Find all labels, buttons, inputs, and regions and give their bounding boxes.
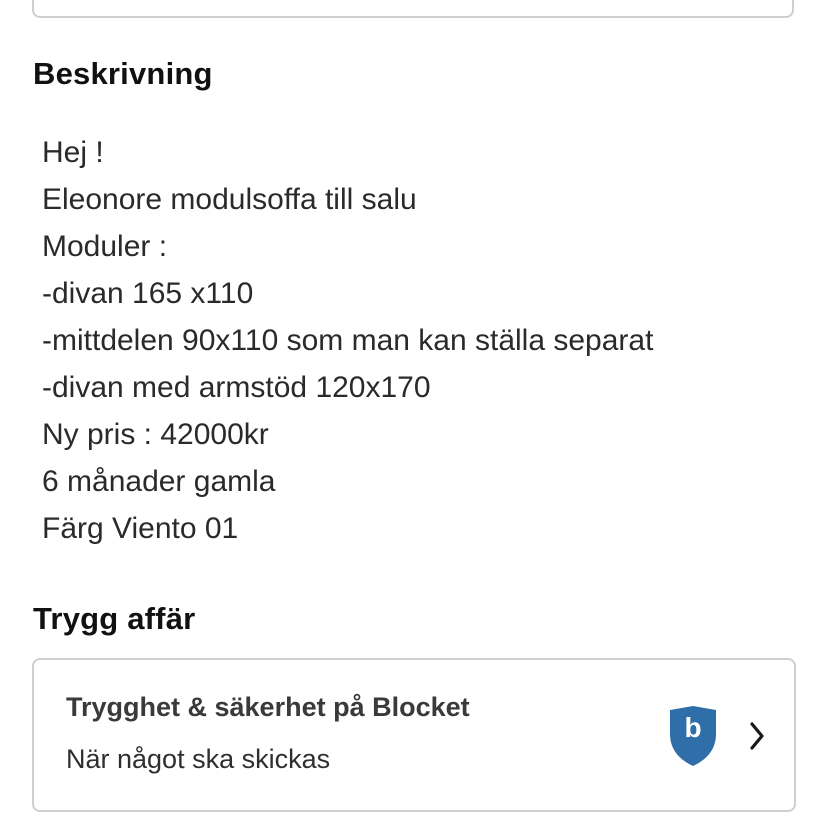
shield-letter: b [684, 712, 701, 743]
description-line: Ny pris : 42000kr [42, 418, 269, 451]
chevron-right-icon[interactable] [746, 720, 768, 752]
previous-card-bottom-edge [32, 0, 794, 18]
description-line: Moduler : [42, 230, 168, 263]
listing-page: Beskrivning Hej ! Eleonore modulsoffa ti… [0, 0, 828, 828]
safe-deal-heading: Trygg affär [33, 601, 196, 636]
description-heading: Beskrivning [33, 56, 213, 91]
description-line: -divan med armstöd 120x170 [42, 371, 431, 404]
safety-info-card[interactable]: Trygghet & säkerhet på Blocket När något… [32, 658, 796, 812]
description-line: -mittdelen 90x110 som man kan ställa sep… [42, 324, 654, 357]
safety-card-title: Trygghet & säkerhet på Blocket [66, 692, 470, 722]
safety-card-subtitle: När något ska skickas [66, 744, 331, 774]
description-line: Eleonore modulsoffa till salu [42, 183, 417, 216]
description-line: Hej ! [42, 136, 104, 169]
description-line: Färg Viento 01 [42, 512, 239, 545]
description-line: -divan 165 x110 [42, 277, 254, 310]
description-line: 6 månader gamla [42, 465, 276, 498]
blocket-shield-icon: b [670, 706, 716, 766]
description-text: Hej ! Eleonore modulsoffa till salu Modu… [42, 129, 802, 552]
